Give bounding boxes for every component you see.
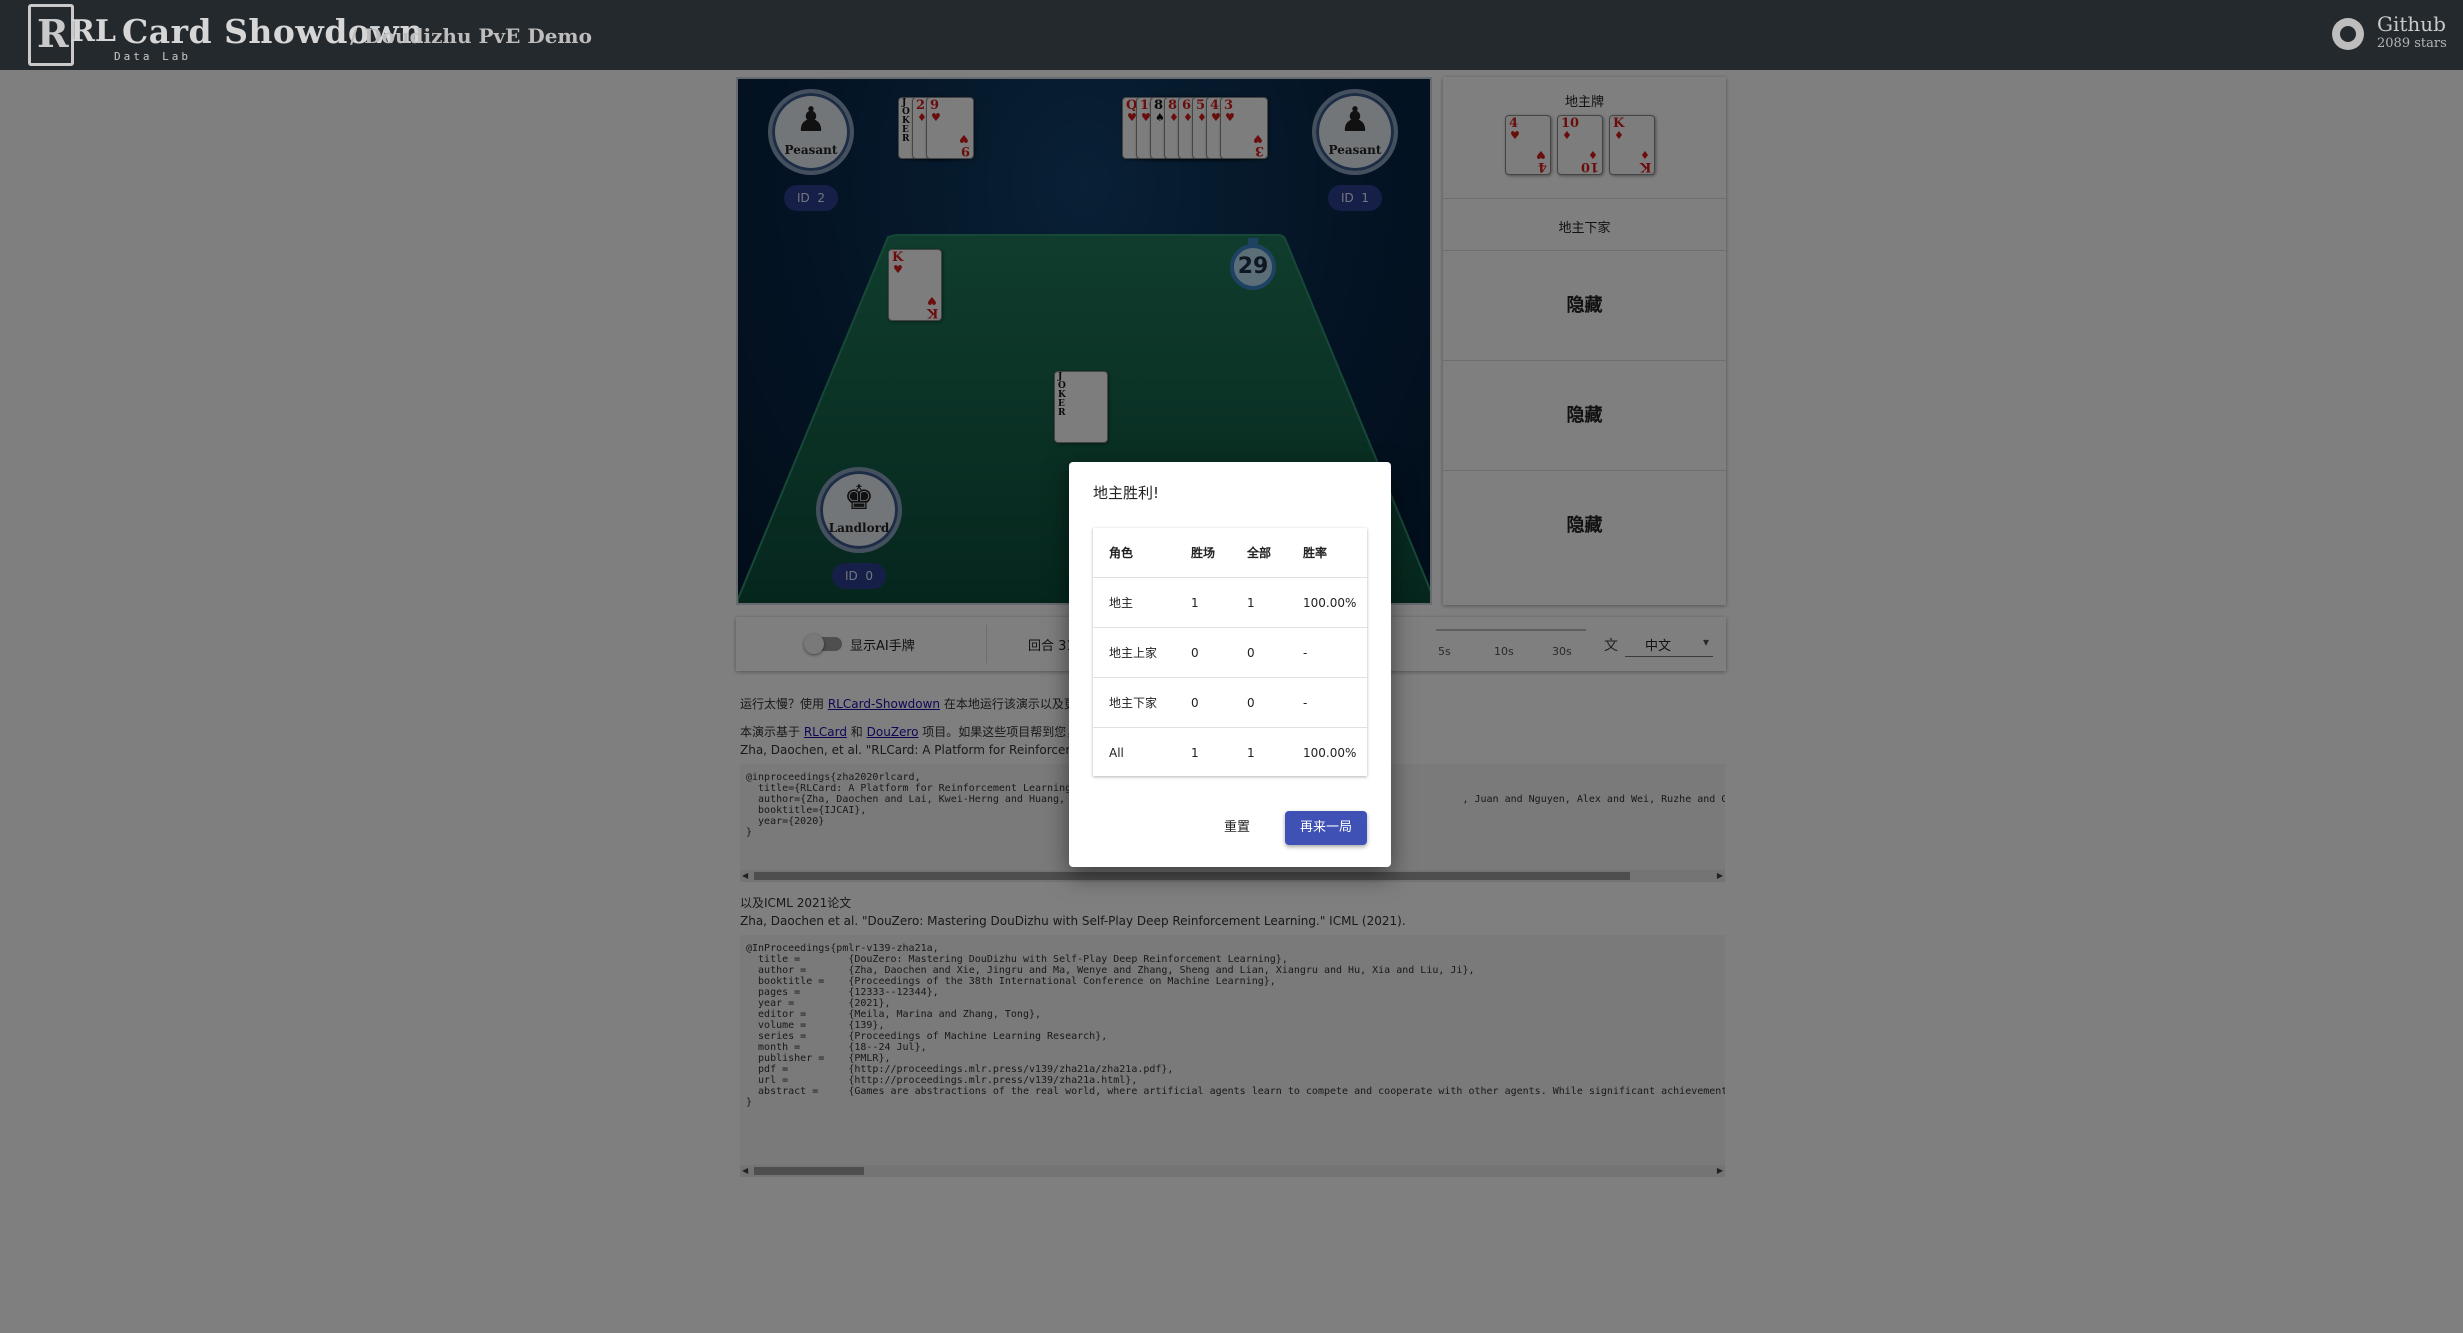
reset-button[interactable]: 重置 xyxy=(1209,811,1265,845)
result-dialog: 地主胜利! 角色 胜场 全部 胜率 地主 1 1 100.00% 地主上家 0 … xyxy=(1069,462,1391,867)
table-cell: 1 xyxy=(1191,596,1199,610)
brand-rl: RL xyxy=(70,14,117,49)
table-cell: 地主下家 xyxy=(1109,696,1158,710)
github-stars: 2089 stars xyxy=(2377,36,2447,51)
table-cell: 0 xyxy=(1247,646,1255,660)
table-cell: - xyxy=(1303,646,1308,660)
table-cell: 100.00% xyxy=(1303,746,1357,760)
stats-table: 角色 胜场 全部 胜率 地主 1 1 100.00% 地主上家 0 0 - 地主… xyxy=(1093,528,1367,776)
top-navbar: R RL Card Showdown Data Lab / Doudizhu P… xyxy=(0,0,2463,70)
datalab-logo[interactable]: R xyxy=(28,4,74,66)
table-header-row: 角色 胜场 全部 胜率 xyxy=(1093,528,1367,578)
table-cell: 0 xyxy=(1191,696,1199,710)
table-cell: 地主 xyxy=(1109,596,1134,610)
header-cell: 胜场 xyxy=(1191,546,1216,560)
table-cell: 100.00% xyxy=(1303,596,1357,610)
header-cell: 全部 xyxy=(1247,546,1272,560)
table-cell: - xyxy=(1303,696,1308,710)
table-cell: All xyxy=(1109,746,1124,760)
table-cell: 1 xyxy=(1191,746,1199,760)
table-cell: 0 xyxy=(1191,646,1199,660)
brand-subtitle: Data Lab xyxy=(114,50,191,63)
dialog-title: 地主胜利! xyxy=(1093,484,1160,502)
header-cell: 角色 xyxy=(1109,546,1134,560)
logo-letter: R xyxy=(37,11,69,56)
table-cell: 1 xyxy=(1247,596,1255,610)
table-row: 地主 1 1 100.00% xyxy=(1093,578,1367,628)
table-row: 地主上家 0 0 - xyxy=(1093,628,1367,678)
table-cell: 地主上家 xyxy=(1109,646,1158,660)
play-again-button[interactable]: 再来一局 xyxy=(1285,811,1367,845)
table-cell: 0 xyxy=(1247,696,1255,710)
header-cell: 胜率 xyxy=(1303,546,1328,560)
table-row: All 1 1 100.00% xyxy=(1093,728,1367,778)
table-row: 地主下家 0 0 - xyxy=(1093,678,1367,728)
github-link[interactable]: Github xyxy=(2377,12,2446,36)
demo-title: / Doudizhu PvE Demo xyxy=(350,24,592,48)
table-cell: 1 xyxy=(1247,746,1255,760)
github-icon[interactable] xyxy=(2332,18,2364,50)
